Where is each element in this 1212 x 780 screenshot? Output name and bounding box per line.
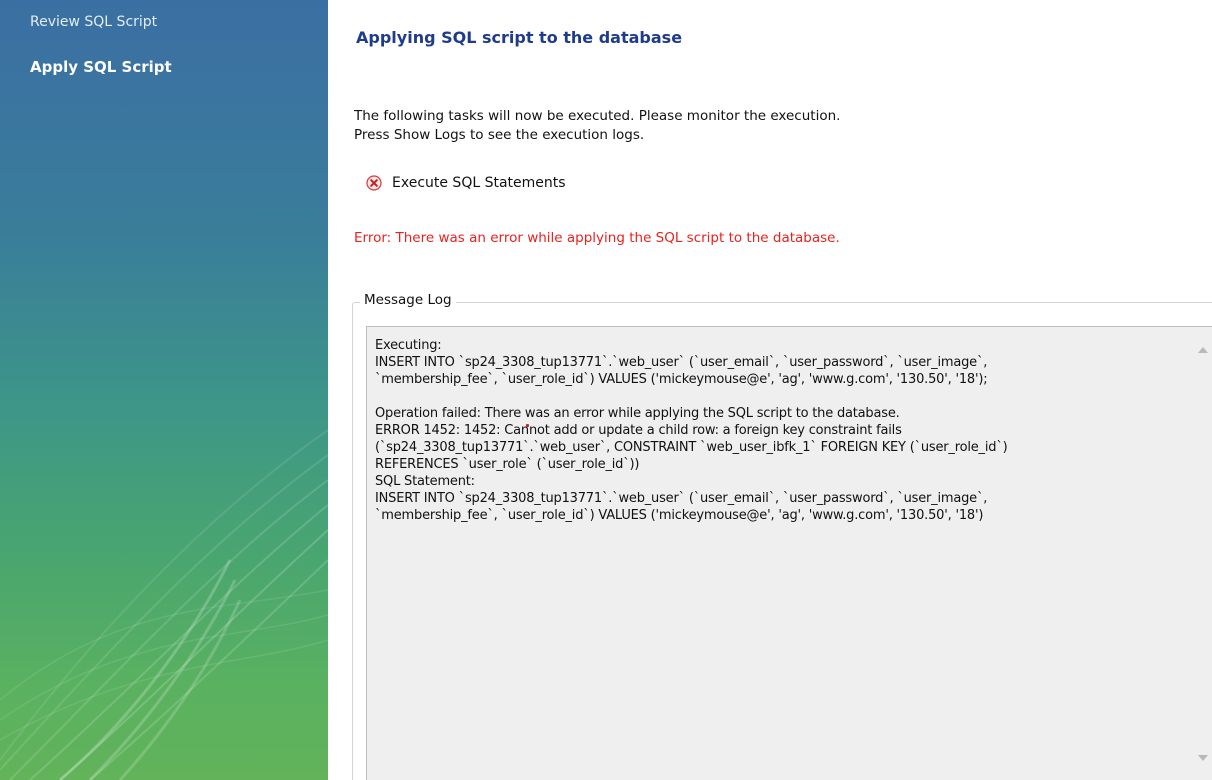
scroll-up-arrow-icon[interactable] [1198, 347, 1208, 353]
message-log-textarea[interactable]: Executing: INSERT INTO `sp24_3308_tup137… [366, 326, 1212, 780]
message-log-label: Message Log [360, 292, 456, 308]
task-execute-sql-statements: Execute SQL Statements [366, 175, 566, 191]
intro-text: The following tasks will now be executed… [354, 107, 840, 145]
wizard-sidebar: Review SQL Script Apply SQL Script [0, 0, 328, 780]
sidebar-item-review-sql-script: Review SQL Script [30, 14, 158, 30]
error-message: Error: There was an error while applying… [354, 230, 840, 246]
error-x-icon [366, 175, 382, 191]
task-label: Execute SQL Statements [392, 175, 566, 191]
wizard-content: Applying SQL script to the database The … [328, 0, 1212, 780]
intro-line-2: Press Show Logs to see the execution log… [354, 127, 645, 143]
log-scrollbar[interactable] [1195, 327, 1212, 780]
intro-line-1: The following tasks will now be executed… [354, 108, 841, 124]
text-cursor-mark [526, 424, 529, 427]
page-title: Applying SQL script to the database [356, 28, 683, 47]
sidebar-decoration [0, 429, 328, 780]
message-log-text: Executing: INSERT INTO `sp24_3308_tup137… [375, 338, 1008, 523]
wizard-window: Review SQL Script Apply SQL Script Apply… [0, 0, 1212, 780]
scroll-down-arrow-icon[interactable] [1198, 755, 1208, 761]
sidebar-item-apply-sql-script: Apply SQL Script [30, 58, 172, 76]
